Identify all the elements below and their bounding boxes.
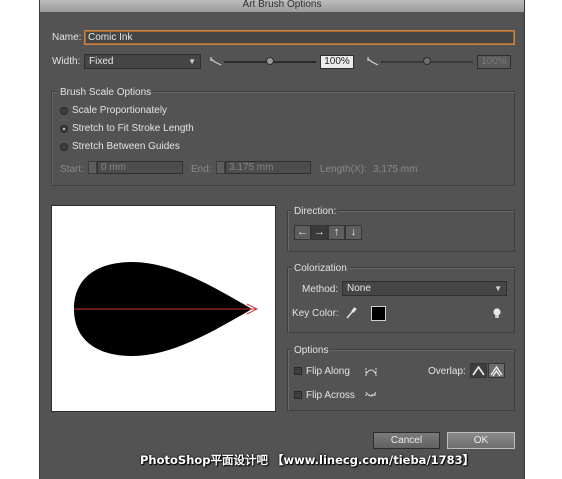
dialog-title-bar[interactable]: Art Brush Options <box>40 0 524 12</box>
watermark-text: PhotoShop平面设计吧 【www.linecg.com/tieba/178… <box>140 453 475 467</box>
arrow-up-icon: ↑ <box>333 226 340 238</box>
key-color-swatch[interactable] <box>371 306 386 321</box>
colorization-group <box>287 267 515 333</box>
width-max-icon <box>367 57 379 66</box>
scale-proportionately-label[interactable]: Scale Proportionately <box>72 105 167 116</box>
stretch-between-guides-label[interactable]: Stretch Between Guides <box>72 141 180 152</box>
arrow-left-icon: ← <box>297 226 308 238</box>
options-group <box>287 349 515 411</box>
width-slider-knob[interactable] <box>266 57 274 65</box>
stretch-to-fit-label[interactable]: Stretch to Fit Stroke Length <box>72 123 194 134</box>
start-stepper <box>88 161 97 174</box>
overlap-fold-icon <box>490 365 503 377</box>
end-label: End: <box>191 164 212 175</box>
colorization-title: Colorization <box>292 263 349 274</box>
arrow-down-icon: ↓ <box>350 226 357 238</box>
length-value: 3,175 mm <box>373 164 418 175</box>
start-value: 0 mm <box>101 162 126 173</box>
chevron-down-icon: ▼ <box>494 284 502 293</box>
method-select[interactable]: None ▼ <box>342 281 507 296</box>
width-percent-value: 100% <box>324 56 350 67</box>
stretch-to-fit-radio[interactable] <box>60 125 68 133</box>
width-select[interactable]: Fixed ▼ <box>84 54 201 69</box>
end-stepper <box>216 161 225 174</box>
arrow-right-icon: → <box>314 226 325 238</box>
name-label: Name: <box>52 32 82 43</box>
start-field: 0 mm <box>97 161 183 174</box>
method-label: Method: <box>302 284 339 295</box>
overlap-label: Overlap: <box>428 366 466 377</box>
method-select-value: None <box>347 283 371 294</box>
options-title: Options <box>292 345 331 356</box>
name-input[interactable]: Comic Ink <box>84 30 515 45</box>
flip-across-icon <box>365 391 377 397</box>
end-field: 3,175 mm <box>225 161 311 174</box>
chevron-down-icon: ▼ <box>188 57 196 66</box>
name-input-value: Comic Ink <box>88 32 133 43</box>
width-select-value: Fixed <box>89 56 114 67</box>
stretch-between-guides-radio[interactable] <box>60 143 68 151</box>
direction-left-button[interactable]: ← <box>294 225 311 240</box>
overlap-no-adjust-button[interactable] <box>488 363 505 378</box>
direction-buttons: ← → ↑ ↓ <box>294 225 364 240</box>
tips-lightbulb-icon[interactable] <box>492 307 502 320</box>
brush-preview <box>51 205 276 412</box>
width-slider-knob-disabled <box>423 57 431 65</box>
overlap-corner-icon <box>472 365 485 376</box>
direction-right-button[interactable]: → <box>311 225 328 240</box>
art-brush-options-dialog: Art Brush Options Name: Comic Ink Width:… <box>39 0 525 479</box>
direction-up-button[interactable]: ↑ <box>328 225 345 240</box>
eyedropper-icon[interactable] <box>345 306 357 320</box>
brush-scale-options-title: Brush Scale Options <box>58 87 154 98</box>
dialog-title: Art Brush Options <box>242 0 322 10</box>
width-min-icon <box>210 57 222 66</box>
flip-across-checkbox[interactable] <box>294 391 302 399</box>
flip-along-checkbox[interactable] <box>294 367 302 375</box>
ok-button[interactable]: OK <box>447 432 515 449</box>
width-percent-field-disabled: 100% <box>477 55 511 69</box>
width-percent-disabled-value: 100% <box>481 56 507 67</box>
width-label: Width: <box>52 56 81 67</box>
end-value: 3,175 mm <box>229 162 274 173</box>
scale-proportionately-radio[interactable] <box>60 107 68 115</box>
cancel-button[interactable]: Cancel <box>373 432 440 449</box>
start-label: Start: <box>60 164 84 175</box>
flip-across-label[interactable]: Flip Across <box>306 390 355 401</box>
width-percent-field[interactable]: 100% <box>320 55 354 69</box>
overlap-adjust-corners-button[interactable] <box>470 363 487 378</box>
direction-down-button[interactable]: ↓ <box>345 225 362 240</box>
brush-shape-preview <box>74 262 259 356</box>
direction-title: Direction: <box>292 206 339 217</box>
flip-along-label[interactable]: Flip Along <box>306 366 350 377</box>
flip-along-icon <box>365 368 377 376</box>
length-label: Length(X): <box>320 164 367 175</box>
key-color-label: Key Color: <box>292 308 339 319</box>
